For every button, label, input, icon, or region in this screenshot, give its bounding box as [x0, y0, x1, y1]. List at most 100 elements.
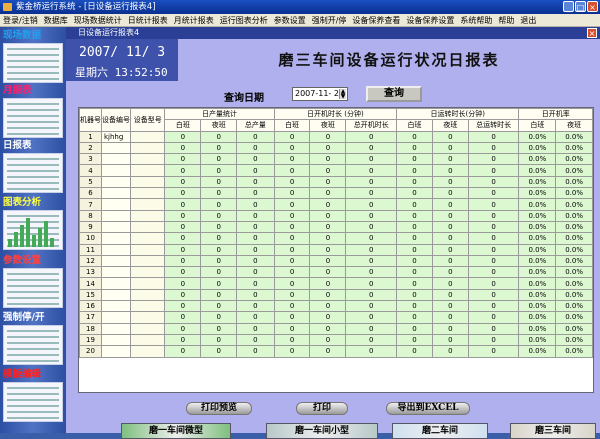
table-row[interactable]: 17 0 0 0 0 0 0 0 0 0 0.0% 0.0% — [79, 311, 593, 324]
query-button[interactable]: 查询 — [366, 86, 422, 102]
device-code-cell: kjhhg — [101, 130, 131, 143]
value-cell: 0 — [396, 322, 433, 335]
menu-item[interactable]: 设备保养设置 — [403, 14, 457, 26]
value-cell: 0 — [396, 266, 433, 279]
menu-item[interactable]: 日统计报表 — [125, 14, 171, 26]
close-icon[interactable]: × — [587, 1, 598, 12]
menu-item[interactable]: 参数设置 — [271, 14, 309, 26]
table-row[interactable]: 13 0 0 0 0 0 0 0 0 0 0.0% 0.0% — [79, 266, 593, 279]
table-row[interactable]: 15 0 0 0 0 0 0 0 0 0 0.0% 0.0% — [79, 288, 593, 302]
value-cell: 0 — [431, 333, 469, 347]
table-row[interactable]: 8 0 0 0 0 0 0 0 0 0 0.0% 0.0% — [79, 209, 593, 222]
value-cell: 0 — [164, 254, 202, 268]
query-date-picker[interactable]: 2007-11- 2 ▲ ▼ — [292, 87, 348, 101]
sidebar-item[interactable]: 图表分析 — [3, 197, 63, 250]
date-spinner-icon[interactable]: ▲ ▼ — [339, 89, 346, 100]
value-cell: 0 — [431, 232, 469, 245]
table-row[interactable]: 19 0 0 0 0 0 0 0 0 0 0.0% 0.0% — [79, 333, 593, 347]
table-row[interactable]: 1 kjhhg 0 0 0 0 0 0 0 0 0 0.0% 0.0% — [79, 130, 593, 143]
value-cell: 0.0% — [518, 322, 557, 335]
table-row[interactable]: 2 0 0 0 0 0 0 0 0 0 0.0% 0.0% — [79, 141, 593, 155]
table-row[interactable]: 11 0 0 0 0 0 0 0 0 0 0.0% 0.0% — [79, 243, 593, 256]
value-cell: 0 — [273, 345, 311, 358]
value-cell: 0 — [467, 333, 520, 347]
menu-item[interactable]: 登录/注销 — [0, 14, 41, 26]
menu-item[interactable]: 月统计报表 — [171, 14, 217, 26]
menu-item[interactable]: 运行图表分析 — [217, 14, 271, 26]
device-model-cell — [129, 198, 166, 211]
thumbnail-line — [7, 164, 59, 166]
value-cell: 0 — [236, 322, 275, 335]
value-cell: 0 — [431, 175, 469, 189]
value-cell: 0.0% — [518, 141, 557, 155]
table-row[interactable]: 16 0 0 0 0 0 0 0 0 0 0.0% 0.0% — [79, 300, 593, 313]
table-row[interactable]: 20 0 0 0 0 0 0 0 0 0 0.0% 0.0% — [79, 345, 593, 358]
value-cell: 0 — [236, 243, 275, 256]
menu-item[interactable]: 设备保养查看 — [349, 14, 403, 26]
sidebar-item[interactable]: 模板编辑 — [3, 369, 63, 422]
device-code-cell — [101, 141, 131, 155]
workshop-button[interactable]: 磨二车间 — [392, 423, 488, 439]
sidebar-item-label: 强制停/开 — [3, 312, 45, 323]
sidebar-item[interactable]: 日报表 — [3, 140, 63, 193]
print-button[interactable]: 打印 — [296, 402, 348, 415]
workshop-button[interactable]: 磨一车间微型 — [121, 423, 231, 439]
sidebar-item[interactable]: 现场数据 — [3, 30, 63, 83]
thumbnail-line — [7, 215, 59, 217]
sidebar-item[interactable]: 月报表 — [3, 85, 63, 138]
value-cell: 0 — [309, 254, 347, 268]
thumbnail-line — [7, 279, 59, 281]
menu-item[interactable]: 帮助 — [495, 14, 517, 26]
minimize-icon[interactable]: _ — [563, 1, 574, 12]
value-cell: 0 — [345, 333, 398, 347]
sidebar-item[interactable]: 强制停/开 — [3, 312, 63, 365]
export-excel-button[interactable]: 导出到EXCEL — [386, 402, 470, 415]
menu-item[interactable]: 系统帮助 — [457, 14, 495, 26]
workshop-button[interactable]: 磨一车间小型 — [266, 423, 378, 439]
table-row[interactable]: 5 0 0 0 0 0 0 0 0 0 0.0% 0.0% — [79, 175, 593, 189]
menu-item[interactable]: 数据库 — [41, 14, 71, 26]
print-preview-button[interactable]: 打印预览 — [186, 402, 252, 415]
value-cell: 0 — [431, 141, 469, 155]
table-row[interactable]: 10 0 0 0 0 0 0 0 0 0 0.0% 0.0% — [79, 232, 593, 245]
row-number-cell: 17 — [79, 311, 102, 324]
workshop-button[interactable]: 磨三车间 — [510, 423, 596, 439]
value-cell: 0 — [467, 288, 520, 302]
value-cell: 0 — [396, 232, 433, 245]
value-cell: 0 — [164, 232, 202, 245]
table-row[interactable]: 18 0 0 0 0 0 0 0 0 0 0.0% 0.0% — [79, 322, 593, 335]
value-cell: 0 — [200, 345, 238, 358]
value-cell: 0 — [431, 311, 469, 324]
value-cell: 0 — [236, 164, 275, 177]
value-cell: 0 — [273, 164, 311, 177]
sidebar-item[interactable]: 参数设置 — [3, 255, 63, 308]
value-cell: 0 — [345, 141, 398, 155]
table-row[interactable]: 14 0 0 0 0 0 0 0 0 0 0.0% 0.0% — [79, 277, 593, 290]
report-close-icon[interactable]: × — [587, 28, 597, 38]
value-cell: 0.0% — [555, 187, 593, 200]
table-row[interactable]: 3 0 0 0 0 0 0 0 0 0 0.0% 0.0% — [79, 153, 593, 166]
table-row[interactable]: 9 0 0 0 0 0 0 0 0 0 0.0% 0.0% — [79, 220, 593, 234]
value-cell: 0 — [273, 220, 311, 234]
thumbnail-line — [7, 405, 59, 407]
value-cell: 0 — [273, 175, 311, 189]
value-cell: 0 — [431, 209, 469, 222]
col-day: 白班 — [518, 119, 557, 132]
table-row[interactable]: 12 0 0 0 0 0 0 0 0 0 0.0% 0.0% — [79, 254, 593, 268]
table-row[interactable]: 6 0 0 0 0 0 0 0 0 0 0.0% 0.0% — [79, 187, 593, 200]
value-cell: 0 — [164, 243, 202, 256]
report-grid[interactable]: 机器号 设备编号 设备型号 日产量统计 日开机时长 (分钟) 日运转时长(分钟)… — [78, 107, 594, 393]
menu-item[interactable]: 现场数据统计 — [71, 14, 125, 26]
value-cell: 0 — [200, 266, 238, 279]
value-cell: 0 — [309, 333, 347, 347]
sidebar-thumbnail — [3, 98, 63, 138]
row-number-cell: 2 — [79, 141, 102, 155]
table-row[interactable]: 4 0 0 0 0 0 0 0 0 0 0.0% 0.0% — [79, 164, 593, 177]
menu-item[interactable]: 强制开/停 — [309, 14, 350, 26]
value-cell: 0 — [396, 198, 433, 211]
value-cell: 0 — [467, 322, 520, 335]
value-cell: 0 — [309, 153, 347, 166]
table-row[interactable]: 7 0 0 0 0 0 0 0 0 0 0.0% 0.0% — [79, 198, 593, 211]
maximize-icon[interactable]: □ — [575, 1, 586, 12]
menu-item[interactable]: 退出 — [517, 14, 539, 26]
